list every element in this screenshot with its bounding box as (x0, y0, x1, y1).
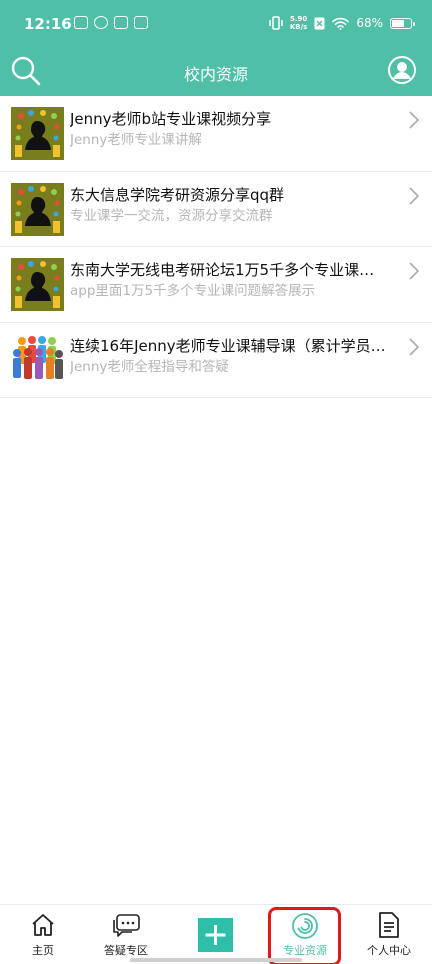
wifi-icon (332, 17, 350, 30)
chevron-right-icon (409, 111, 420, 129)
item-subtitle: Jenny老师全程指导和答疑 (70, 358, 229, 375)
status-bar: 12:16 5.90 KB/s 68% (0, 0, 432, 50)
item-title: 东大信息学院考研资源分享qq群 (70, 185, 285, 204)
lecture-thumbnail-icon (11, 107, 64, 160)
notification-icons (74, 16, 148, 29)
nav-profile[interactable]: 个人中心 (346, 905, 432, 964)
lecture-thumbnail-icon (11, 182, 64, 236)
add-button[interactable] (198, 918, 233, 952)
notification-icon (94, 16, 108, 29)
item-title: 东南大学无线电考研论坛1万5千多个专业课问题 (70, 261, 388, 279)
item-subtitle: Jenny老师专业课讲解 (70, 132, 202, 148)
chevron-right-icon (409, 262, 420, 280)
vibrate-icon (269, 16, 283, 30)
battery-level (392, 19, 404, 27)
network-speed-unit: KB/s (289, 23, 308, 31)
network-speed: 5.90 KB/s (290, 15, 307, 31)
status-time: 12:16 (24, 15, 72, 33)
item-subtitle: app里面1万5千多个专业课问题解答展示 (70, 283, 316, 299)
page-title: 校内资源 (183, 65, 248, 84)
nav-profile-label: 个人中心 (367, 944, 411, 957)
thumbnail (11, 258, 64, 311)
chevron-right-icon (409, 186, 420, 205)
active-tab-highlight (268, 907, 341, 964)
status-right: 5.90 KB/s 68% (269, 15, 415, 31)
notification-icon (74, 16, 88, 29)
battery-icon (390, 17, 415, 29)
nav-qa[interactable]: 答疑专区 (83, 905, 169, 964)
resource-list: Jenny老师b站专业课视频分享 Jenny老师专业课讲解 东大信息学院考研资源… (0, 96, 432, 398)
item-title: 连续16年Jenny老师专业课辅导课（累计学员数千人） (70, 336, 388, 355)
home-indicator[interactable] (130, 958, 302, 962)
user-icon (388, 56, 416, 84)
thumbnail (11, 107, 64, 160)
crowd-people-icon (11, 333, 64, 387)
chevron-right-icon (409, 337, 420, 356)
home-icon (32, 914, 54, 936)
sim-icon (314, 17, 325, 29)
list-item[interactable]: 东南大学无线电考研论坛1万5千多个专业课问题 app里面1万5千多个专业课问题解… (0, 247, 432, 323)
list-item[interactable]: 东大信息学院考研资源分享qq群 专业课学一交流，资源分享交流群 (0, 172, 432, 247)
bottom-nav: 主页 答疑专区 专业资源 个人中心 (0, 904, 432, 964)
chat-bubbles-icon (113, 914, 140, 937)
battery-percent: 68% (356, 16, 383, 30)
thumbnail (11, 182, 64, 236)
notification-icon (134, 16, 148, 29)
app-header: 校内资源 (0, 50, 432, 96)
network-speed-value: 5.90 (289, 15, 308, 23)
thumbnail (11, 333, 64, 387)
list-item[interactable]: 连续16年Jenny老师专业课辅导课（累计学员数千人） Jenny老师全程指导和… (0, 323, 432, 398)
nav-qa-label: 答疑专区 (104, 944, 148, 957)
plus-icon (205, 925, 226, 945)
nav-home-label: 主页 (32, 944, 54, 957)
nav-home[interactable]: 主页 (0, 905, 86, 964)
list-item[interactable]: Jenny老师b站专业课视频分享 Jenny老师专业课讲解 (0, 96, 432, 172)
notification-icon (114, 16, 128, 29)
document-icon (379, 912, 399, 938)
lecture-thumbnail-icon (11, 258, 64, 311)
profile-button[interactable] (388, 56, 416, 84)
item-title: Jenny老师b站专业课视频分享 (70, 110, 272, 128)
item-subtitle: 专业课学一交流，资源分享交流群 (70, 207, 273, 224)
